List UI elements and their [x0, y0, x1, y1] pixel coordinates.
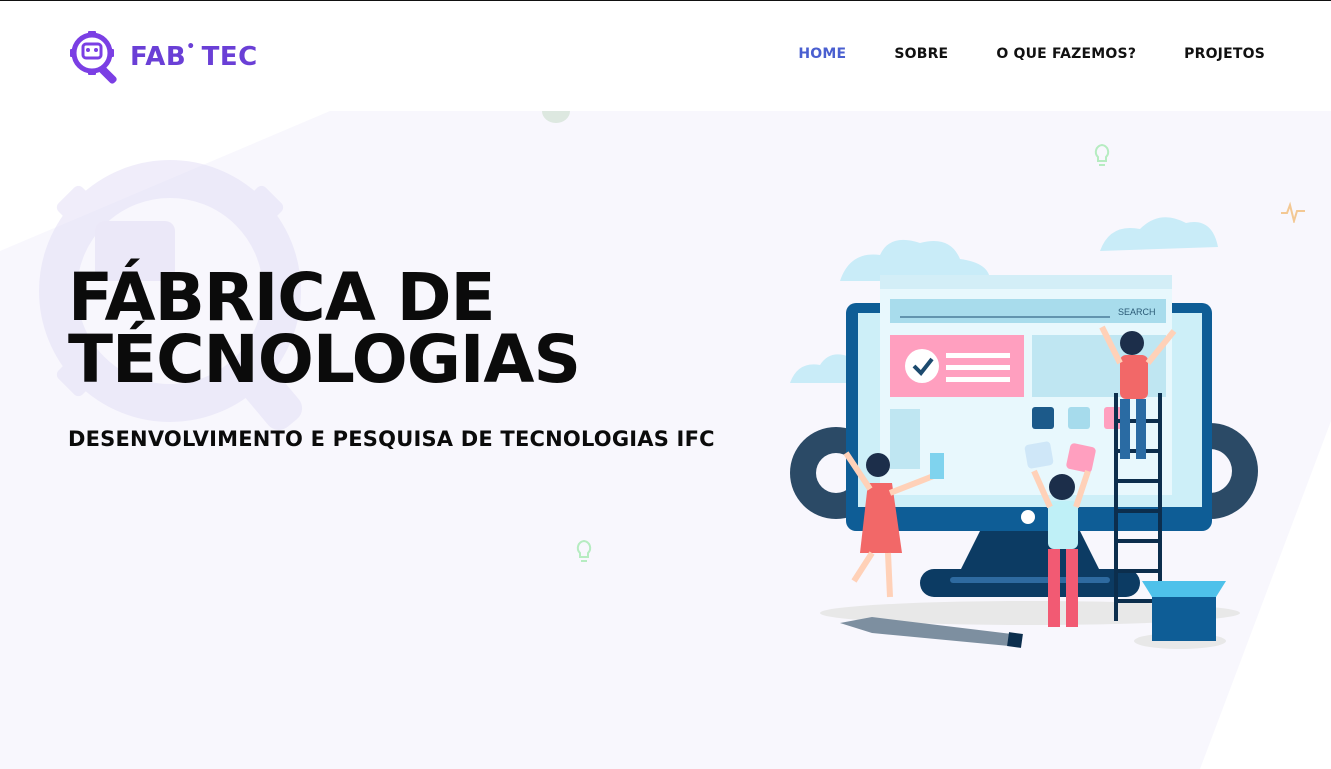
brand-logo[interactable]: FAB• TEC: [68, 29, 258, 85]
main-nav: HOME SOBRE O QUE FAZEMOS? PROJETOS: [750, 46, 1265, 62]
nav-item-home[interactable]: HOME: [798, 46, 846, 62]
nav-item-o-que-fazemos[interactable]: O QUE FAZEMOS?: [996, 46, 1136, 62]
search-label: SEARCH: [1118, 307, 1156, 317]
brand-name: FAB• TEC: [130, 39, 258, 72]
lightbulb-icon: [576, 539, 592, 562]
hero-title: FÁBRICA DE TÉCNOLOGIAS: [68, 265, 708, 393]
web-development-team-illustration: SEARCH: [790, 217, 1258, 649]
site-header: FAB• TEC HOME SOBRE O QUE FAZEMOS? PROJET…: [0, 1, 1331, 109]
hero-subtitle: DESENVOLVIMENTO E PESQUISA DE TECNOLOGIA…: [68, 427, 715, 451]
circle-deco-icon: [542, 111, 570, 123]
nav-item-sobre[interactable]: SOBRE: [894, 46, 948, 62]
nav-item-projetos[interactable]: PROJETOS: [1184, 46, 1265, 62]
box-icon: [1142, 581, 1226, 641]
checkmark-icon: [905, 349, 939, 383]
robot-magnifier-icon: [70, 31, 117, 84]
hero-title-line2: TÉCNOLOGIAS: [68, 321, 581, 398]
